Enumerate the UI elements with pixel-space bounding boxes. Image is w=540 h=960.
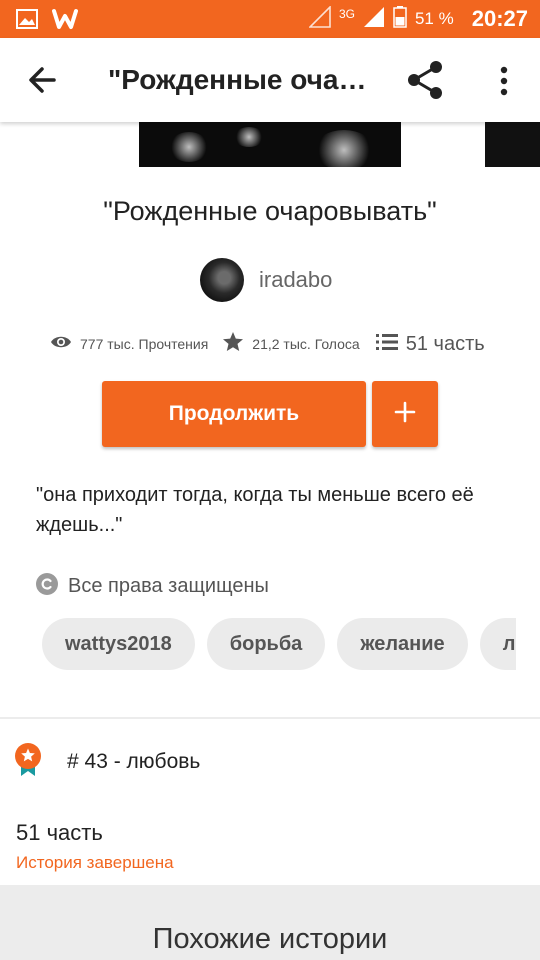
parts-count-stat: 51 часть (405, 332, 485, 355)
author[interactable]: iradabo (200, 258, 332, 302)
more-vertical-icon[interactable] (494, 64, 514, 98)
app-bar-title: "Рожденные очаровывать" (108, 64, 383, 95)
status-right: 3G 51 % 20:27 (308, 0, 528, 38)
tag-chip[interactable]: wattys2018 (42, 618, 195, 670)
plus-icon (394, 401, 416, 428)
rank-badge-icon (14, 742, 42, 783)
completion-status: История завершена (16, 853, 174, 872)
reads-stat: 777 тыс. Прочтения (50, 334, 208, 355)
parts-count[interactable]: 51 часть (16, 820, 103, 846)
section-divider (0, 717, 540, 719)
gallery-icon (16, 9, 38, 34)
avatar[interactable] (200, 258, 244, 302)
votes-stat: 21,2 тыс. Голоса (222, 331, 360, 357)
ranking[interactable]: # 43 - любовь (14, 742, 200, 782)
similar-stories-title: Похожие истории (152, 923, 388, 955)
star-icon (222, 331, 244, 357)
copyright: Все права защищены (36, 572, 269, 600)
similar-stories-section: Похожие истории (0, 885, 540, 960)
story-cover[interactable] (139, 122, 401, 167)
battery-icon (393, 5, 407, 33)
battery-percent: 51 % (414, 9, 454, 28)
story-description: "она приходит тогда, когда ты меньше все… (36, 484, 474, 536)
rank-label: # 43 - любовь (67, 750, 201, 773)
tags-list: wattys2018борьбажеланиелю (42, 618, 516, 670)
signal-icon (363, 6, 385, 33)
story-title: "Рожденные очаровывать" (103, 196, 437, 226)
next-cover-preview[interactable] (485, 122, 540, 167)
tag-chip[interactable]: желание (337, 618, 468, 670)
signal-empty-icon (308, 4, 331, 33)
author-name[interactable]: iradabo (259, 267, 332, 293)
copyright-icon (36, 572, 58, 600)
parts-stat: 51 часть (375, 332, 485, 356)
share-icon[interactable] (404, 60, 448, 100)
tag-chip[interactable]: борьба (206, 618, 326, 670)
list-icon (375, 333, 398, 356)
votes-count: 21,2 тыс. Голоса (252, 336, 360, 352)
tag-chip[interactable]: лю (479, 618, 516, 670)
continue-button[interactable]: Продолжить (102, 381, 366, 447)
clock: 20:27 (471, 6, 528, 31)
status-left-icons (16, 8, 78, 35)
network-type: 3G (338, 7, 355, 21)
status-bar: 3G 51 % 20:27 (0, 0, 540, 38)
wattpad-icon (52, 8, 78, 35)
add-to-library-button[interactable] (372, 381, 438, 447)
back-arrow-icon[interactable] (24, 60, 64, 100)
copyright-label: Все права защищены (68, 574, 269, 597)
story-stats: 777 тыс. Прочтения 21,2 тыс. Голоса 51 ч… (50, 330, 485, 358)
eye-icon (50, 334, 72, 355)
reads-count: 777 тыс. Прочтения (80, 336, 209, 352)
app-bar: "Рожденные очаровывать" (0, 38, 540, 122)
